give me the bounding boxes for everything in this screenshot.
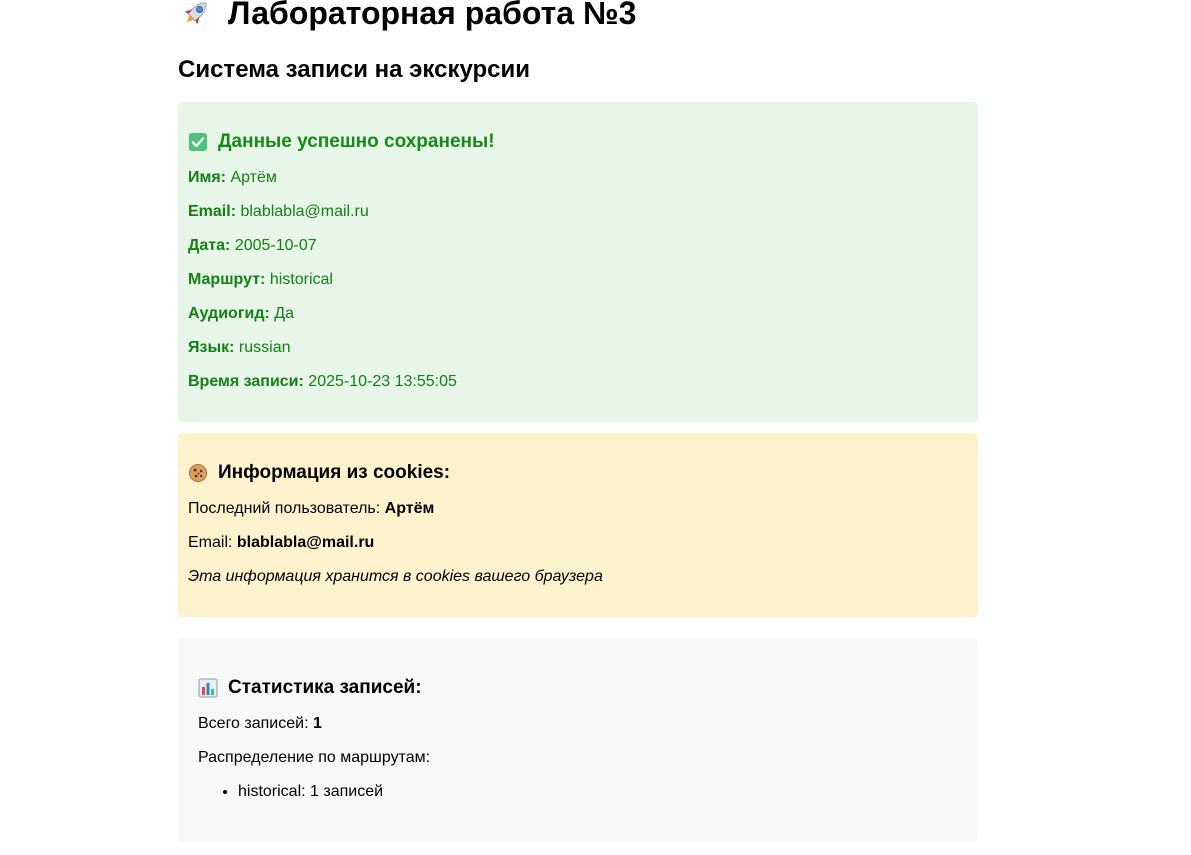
cookie-label: Последний пользователь: xyxy=(188,500,381,517)
cookie-email: Email: blablabla@mail.ru xyxy=(188,533,968,553)
field-date: Дата: 2005-10-07 xyxy=(188,236,968,256)
field-email: Email: blablabla@mail.ru xyxy=(188,202,968,222)
field-name: Имя: Артём xyxy=(188,168,968,188)
page-title-text: Лабораторная работа №3 xyxy=(228,0,637,31)
success-panel: Данные успешно сохранены! Имя: Артём Ema… xyxy=(178,102,978,422)
cookies-heading-text: Информация из cookies: xyxy=(218,462,451,483)
stats-heading: Статистика записей: xyxy=(198,676,958,700)
cookie-note: Эта информация хранится в cookies вашего… xyxy=(188,568,603,585)
field-label: Язык: xyxy=(188,339,235,356)
cookies-heading: Информация из cookies: xyxy=(188,461,968,485)
cookies-panel: Информация из cookies: Последний пользов… xyxy=(178,433,978,617)
field-label: Время записи: xyxy=(188,373,304,390)
field-label: Маршрут: xyxy=(188,271,266,288)
field-label: Имя: xyxy=(188,169,226,186)
route-list: historical: 1 записей xyxy=(198,782,958,802)
bar-chart-icon xyxy=(198,678,218,698)
page-subtitle: Система записи на экскурсии xyxy=(178,56,531,83)
list-item: historical: 1 записей xyxy=(238,782,958,802)
field-value: 2005-10-07 xyxy=(234,237,317,254)
stats-distribution-label: Распределение по маршрутам: xyxy=(198,749,431,766)
cookie-last-user: Последний пользователь: Артём xyxy=(188,499,968,519)
check-box-icon xyxy=(188,132,208,152)
stats-heading-text: Статистика записей: xyxy=(228,677,422,698)
cookie-value: Артём xyxy=(384,500,435,517)
field-value: Да xyxy=(274,305,294,322)
success-heading-text: Данные успешно сохранены! xyxy=(218,131,495,152)
field-record-time: Время записи: 2025-10-23 13:55:05 xyxy=(188,372,968,392)
stats-total-label: Всего записей: xyxy=(198,715,309,732)
field-value: russian xyxy=(238,339,291,356)
page: Лабораторная работа №3 Система записи на… xyxy=(178,0,978,842)
field-value: blablabla@mail.ru xyxy=(240,203,369,220)
cookie-icon xyxy=(188,463,208,483)
success-heading: Данные успешно сохранены! xyxy=(188,130,968,154)
cookie-value: blablabla@mail.ru xyxy=(236,534,375,551)
rocket-icon xyxy=(178,0,214,29)
field-label: Дата: xyxy=(188,237,231,254)
field-audioguide: Аудиогид: Да xyxy=(188,304,968,324)
page-title: Лабораторная работа №3 xyxy=(178,0,978,31)
field-label: Аудиогид: xyxy=(188,305,270,322)
stats-panel: Статистика записей: Всего записей: 1 Рас… xyxy=(178,638,978,842)
field-language: Язык: russian xyxy=(188,338,968,358)
stats-total: Всего записей: 1 xyxy=(198,714,958,734)
field-value: 2025-10-23 13:55:05 xyxy=(308,373,457,390)
field-route: Маршрут: historical xyxy=(188,270,968,290)
field-label: Email: xyxy=(188,203,237,220)
field-value: Артём xyxy=(230,169,277,186)
cookie-label: Email: xyxy=(188,534,233,551)
stats-total-value: 1 xyxy=(312,715,322,732)
field-value: historical xyxy=(269,271,333,288)
